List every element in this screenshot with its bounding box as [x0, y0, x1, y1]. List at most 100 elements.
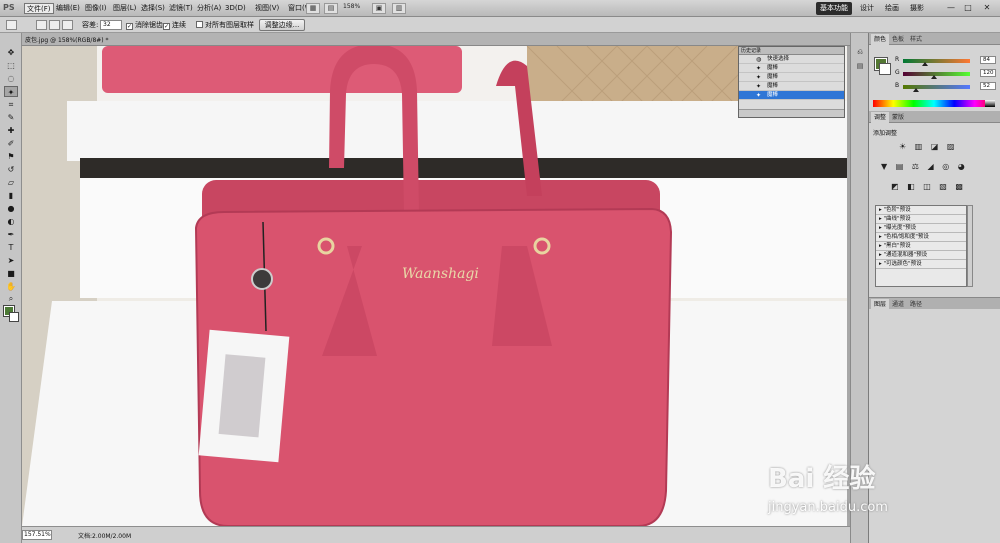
- preset-levels[interactable]: ▸ "色阶"预设: [876, 206, 966, 215]
- bridge-icon[interactable]: ▦: [306, 3, 320, 14]
- eyedropper-tool-icon[interactable]: ✎: [4, 112, 18, 123]
- pen-tool-icon[interactable]: ✒: [4, 229, 18, 240]
- preset-curves[interactable]: ▸ "曲线"预设: [876, 215, 966, 224]
- history-item[interactable]: ✦ 魔棒: [739, 73, 844, 82]
- crop-tool-icon[interactable]: ⌗: [4, 99, 18, 110]
- marquee-tool-icon[interactable]: ⬚: [4, 60, 18, 71]
- contiguous-checkbox[interactable]: ✓ 连续: [163, 20, 186, 30]
- preset-selective-color[interactable]: ▸ "可选颜色"预设: [876, 260, 966, 269]
- history-item[interactable]: ◍ 快速选择: [739, 55, 844, 64]
- tab-swatches[interactable]: 色板: [889, 34, 907, 45]
- magic-wand-icon: ✦: [756, 74, 762, 81]
- adjustment-icons-row-1[interactable]: ☀ ▥ ◪ ▨: [899, 142, 957, 151]
- workspace-essentials-button[interactable]: 基本功能: [816, 2, 852, 15]
- gradient-tool-icon[interactable]: ▮: [4, 190, 18, 201]
- preset-hue-saturation[interactable]: ▸ "色相/饱和度"预设: [876, 233, 966, 242]
- watermark-url: jingyan.baidu.com: [768, 500, 888, 515]
- tab-layers[interactable]: 图层: [871, 299, 890, 310]
- tolerance-label: 容差:: [82, 21, 99, 29]
- shape-tool-icon[interactable]: ■: [4, 268, 18, 279]
- magic-wand-icon: ✦: [756, 65, 762, 72]
- path-select-icon[interactable]: ➤: [4, 255, 18, 266]
- close-icon[interactable]: ✕: [981, 2, 993, 13]
- tab-channels[interactable]: 通道: [889, 299, 907, 310]
- green-value[interactable]: 120: [980, 69, 996, 77]
- blue-value[interactable]: 52: [980, 82, 996, 90]
- status-zoom-field[interactable]: 157.51%: [22, 530, 52, 540]
- maximize-icon[interactable]: □: [962, 2, 974, 13]
- contiguous-check-icon: ✓: [163, 23, 170, 30]
- sample-all-checkbox[interactable]: 对所有图层取样: [196, 20, 254, 30]
- menu-file[interactable]: 文件(F): [24, 3, 54, 14]
- tolerance-input[interactable]: 32: [100, 20, 122, 30]
- menu-image[interactable]: 图像(I): [83, 3, 109, 14]
- preset-black-white[interactable]: ▸ "黑白"预设: [876, 242, 966, 251]
- tab-styles[interactable]: 样式: [907, 34, 925, 45]
- history-item[interactable]: ✦ 魔棒: [739, 82, 844, 91]
- layers-tabs: 图层 通道 路径: [869, 297, 1000, 310]
- preset-channel-mixer[interactable]: ▸ "通道混和器"预设: [876, 251, 966, 260]
- brush-tool-icon[interactable]: ✐: [4, 138, 18, 149]
- color-panel-background[interactable]: [879, 63, 891, 75]
- screen-mode-icon[interactable]: ▣: [372, 3, 386, 14]
- tab-color[interactable]: 颜色: [871, 34, 890, 45]
- move-tool-icon[interactable]: ✥: [4, 47, 18, 58]
- workspace-painting[interactable]: 绘画: [885, 3, 899, 13]
- red-slider[interactable]: R 84: [895, 56, 999, 66]
- history-panel-icon[interactable]: ⎌: [854, 47, 866, 57]
- refine-edge-button[interactable]: 调整边缘...: [259, 19, 305, 31]
- eraser-tool-icon[interactable]: ▱: [4, 177, 18, 188]
- preset-exposure[interactable]: ▸ "曝光度"预设: [876, 224, 966, 233]
- menu-layer[interactable]: 图层(L): [111, 3, 138, 14]
- tab-masks[interactable]: 蒙版: [889, 112, 907, 123]
- properties-panel-icon[interactable]: ▤: [854, 61, 866, 71]
- subtract-selection-icon[interactable]: [62, 20, 73, 30]
- minimize-icon[interactable]: —: [945, 2, 957, 13]
- adjustment-icons-row-2[interactable]: ▼ ▤ ⚖ ◢ ◎ ◕: [881, 162, 968, 171]
- tab-adjustments[interactable]: 调整: [871, 112, 890, 123]
- menu-bar: PS 文件(F) 编辑(E) 图像(I) 图层(L) 选择(S) 滤镜(T) 分…: [0, 0, 1000, 17]
- lasso-tool-icon[interactable]: ◌: [4, 73, 18, 84]
- antialias-check-icon: ✓: [126, 23, 133, 30]
- menu-select[interactable]: 选择(S): [139, 3, 167, 14]
- adjustments-tabs: 调整 蒙版: [869, 111, 1000, 123]
- type-tool-icon[interactable]: T: [4, 242, 18, 253]
- green-slider[interactable]: G 120: [895, 69, 999, 79]
- red-value[interactable]: 84: [980, 56, 996, 64]
- hand-tool-icon[interactable]: ✋: [4, 281, 18, 292]
- preset-list-scrollbar[interactable]: [967, 205, 973, 287]
- history-brush-icon[interactable]: ↺: [4, 164, 18, 175]
- spectrum-bw[interactable]: [985, 100, 995, 107]
- zoom-tool-icon[interactable]: ⌕: [4, 293, 18, 304]
- dodge-tool-icon[interactable]: ◐: [4, 216, 18, 227]
- magic-wand-tool-icon[interactable]: ✦: [4, 86, 18, 97]
- antialias-checkbox[interactable]: ✓ 消除锯齿: [126, 20, 163, 30]
- healing-brush-icon[interactable]: ✚: [4, 125, 18, 136]
- magic-wand-preset-icon[interactable]: [6, 20, 17, 30]
- extras-icon[interactable]: ▥: [392, 3, 406, 14]
- menu-edit[interactable]: 编辑(E): [54, 3, 82, 14]
- blur-tool-icon[interactable]: ●: [4, 203, 18, 214]
- adjustment-icons-row-3[interactable]: ◩ ◧ ◫ ▧ ▩: [891, 182, 966, 191]
- zoom-level[interactable]: 158%: [343, 3, 360, 10]
- menu-analysis[interactable]: 分析(A): [195, 3, 223, 14]
- new-selection-icon[interactable]: [36, 20, 47, 30]
- color-spectrum[interactable]: [873, 100, 995, 107]
- red-slider-thumb[interactable]: [922, 62, 929, 66]
- workspace-design[interactable]: 设计: [860, 3, 874, 13]
- green-slider-thumb[interactable]: [931, 75, 938, 79]
- add-selection-icon[interactable]: [49, 20, 60, 30]
- blue-slider-thumb[interactable]: [913, 88, 920, 92]
- arrange-icon[interactable]: ▤: [324, 3, 338, 14]
- image-canvas[interactable]: Waanshagi: [22, 46, 847, 526]
- clone-stamp-icon[interactable]: ⚑: [4, 151, 18, 162]
- blue-slider[interactable]: B 52: [895, 82, 999, 92]
- history-item[interactable]: ✦ 魔棒: [739, 64, 844, 73]
- workspace-photography[interactable]: 摄影: [910, 3, 924, 13]
- history-item-current[interactable]: ✦ 魔棒: [739, 91, 844, 100]
- tab-paths[interactable]: 路径: [907, 299, 925, 310]
- menu-filter[interactable]: 滤镜(T): [167, 3, 195, 14]
- document-tab[interactable]: 皮包.jpg @ 158%(RGB/8#) *: [25, 35, 109, 44]
- background-color-swatch[interactable]: [9, 312, 19, 322]
- menu-3d[interactable]: 3D(D): [223, 3, 248, 14]
